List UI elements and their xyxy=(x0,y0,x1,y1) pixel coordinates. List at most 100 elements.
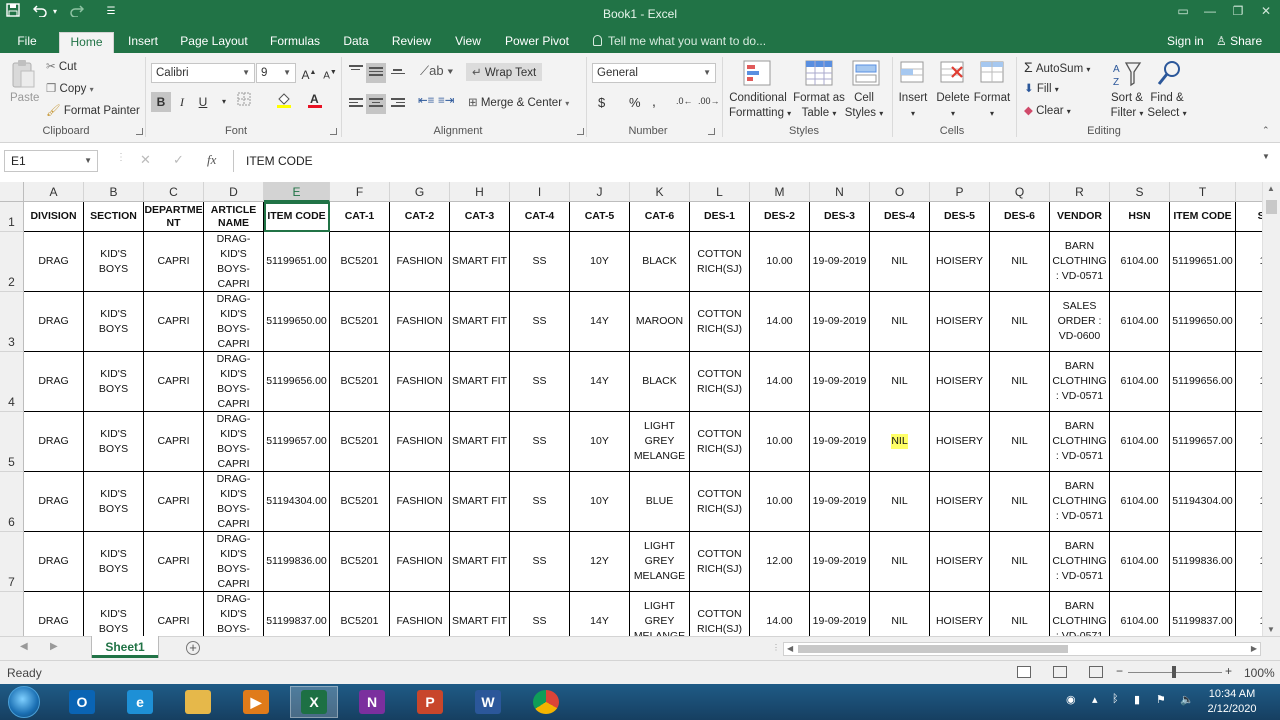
number-format-select[interactable]: General ▼ xyxy=(592,63,716,83)
table-cell[interactable]: 6104.00 xyxy=(1110,412,1170,472)
header-cell-o[interactable]: DES-4 xyxy=(870,202,930,232)
column-header-o[interactable]: O xyxy=(870,182,930,202)
table-cell[interactable]: BLACK xyxy=(630,232,690,292)
table-cell[interactable]: 10.00 xyxy=(750,412,810,472)
table-cell[interactable]: 6104.00 xyxy=(1110,292,1170,352)
table-cell[interactable]: SS xyxy=(510,412,570,472)
tab-formulas[interactable]: Formulas xyxy=(264,32,326,53)
minimize-button[interactable]: — xyxy=(1196,2,1224,20)
table-cell[interactable]: DRAG xyxy=(24,472,84,532)
taskbar-app-outlook[interactable]: O xyxy=(58,686,106,718)
copy-button[interactable]: ❐ Copy ▾ xyxy=(46,81,94,95)
table-cell[interactable]: BARN CLOTHING : VD-0571 xyxy=(1050,232,1110,292)
table-cell[interactable]: 15 xyxy=(1236,232,1262,292)
show-hidden-icons-icon[interactable]: ▴ xyxy=(1092,693,1098,706)
top-align-icon[interactable] xyxy=(349,65,363,77)
column-header-p[interactable]: P xyxy=(930,182,990,202)
table-cell[interactable]: 51199650.00 xyxy=(1170,292,1236,352)
column-header-d[interactable]: D xyxy=(204,182,264,202)
formula-input[interactable]: ITEM CODE xyxy=(233,150,1273,172)
share-button[interactable]: ♙ Share xyxy=(1216,32,1262,51)
table-cell[interactable]: SS xyxy=(510,592,570,636)
column-header-i[interactable]: I xyxy=(510,182,570,202)
increase-indent-icon[interactable]: ≡⇥ xyxy=(438,93,454,107)
action-center-icon[interactable]: ⚑ xyxy=(1156,693,1166,706)
table-cell[interactable]: 51199651.00 xyxy=(1170,232,1236,292)
table-cell[interactable]: NIL xyxy=(870,352,930,412)
header-cell-i[interactable]: CAT-4 xyxy=(510,202,570,232)
table-cell[interactable]: BC5201 xyxy=(330,532,390,592)
tab-split-handle-icon[interactable]: ⋮ xyxy=(772,643,780,652)
underline-button[interactable]: U xyxy=(193,92,213,112)
volume-icon[interactable]: 🔈 xyxy=(1180,693,1194,706)
taskbar-app-word[interactable]: W xyxy=(464,686,512,718)
sort-filter-button[interactable]: Sort & Filter ▾ xyxy=(1106,91,1148,121)
table-cell[interactable]: 10Y xyxy=(570,412,630,472)
header-cell-l[interactable]: DES-1 xyxy=(690,202,750,232)
table-cell[interactable]: 51199656.00 xyxy=(264,352,330,412)
header-cell-f[interactable]: CAT-1 xyxy=(330,202,390,232)
clear-button[interactable]: ◆ Clear ▾ xyxy=(1024,103,1071,117)
header-cell-r[interactable]: VENDOR xyxy=(1050,202,1110,232)
table-cell[interactable]: 12Y xyxy=(570,532,630,592)
table-cell[interactable]: 12.00 xyxy=(750,532,810,592)
table-cell[interactable]: 51199657.00 xyxy=(1170,412,1236,472)
taskbar-app-onenote[interactable]: N xyxy=(348,686,396,718)
table-cell[interactable]: DRAG- KID'S BOYS- CAPRI xyxy=(204,292,264,352)
table-cell[interactable]: COTTON RICH(SJ) xyxy=(690,532,750,592)
table-cell[interactable]: 6104.00 xyxy=(1110,592,1170,636)
table-cell[interactable]: BARN CLOTHING : VD-0571 xyxy=(1050,352,1110,412)
table-cell[interactable]: 51199651.00 xyxy=(264,232,330,292)
tab-file[interactable]: File xyxy=(8,32,46,53)
table-cell[interactable]: BARN CLOTHING : VD-0571 xyxy=(1050,472,1110,532)
table-cell[interactable]: CAPRI xyxy=(144,232,204,292)
column-header-c[interactable]: C xyxy=(144,182,204,202)
header-cell-e[interactable]: ITEM CODE xyxy=(264,202,330,232)
table-cell[interactable]: 15 xyxy=(1236,292,1262,352)
merge-center-button[interactable]: ⊞ Merge & Center ▾ xyxy=(468,95,569,109)
table-cell[interactable]: DRAG- KID'S BOYS- CAPRI xyxy=(204,532,264,592)
orientation-icon[interactable]: ⟋ab ▾ xyxy=(420,63,454,79)
table-cell[interactable]: BARN CLOTHING : VD-0571 xyxy=(1050,592,1110,636)
table-cell[interactable]: 51199650.00 xyxy=(264,292,330,352)
table-cell[interactable]: KID'S BOYS xyxy=(84,412,144,472)
column-header-r[interactable]: R xyxy=(1050,182,1110,202)
column-header-h[interactable]: H xyxy=(450,182,510,202)
table-cell[interactable]: 10.00 xyxy=(750,472,810,532)
horizontal-scrollbar[interactable]: ◀ ▶ xyxy=(783,642,1261,656)
table-cell[interactable]: 19-09-2019 xyxy=(810,232,870,292)
table-cell[interactable]: HOISERY xyxy=(930,592,990,636)
fill-button[interactable]: ⬇ Fill ▾ xyxy=(1024,81,1059,95)
table-cell[interactable]: 14Y xyxy=(570,592,630,636)
table-cell[interactable]: NIL xyxy=(990,592,1050,636)
insert-cells-button[interactable]: Insert ▾ xyxy=(898,91,928,121)
next-sheet-icon[interactable]: ▶ xyxy=(50,641,58,652)
increase-decimal-icon[interactable]: .0← xyxy=(676,96,693,106)
tab-view[interactable]: View xyxy=(448,32,488,53)
row-header-1[interactable]: 1 xyxy=(0,202,24,232)
row-header-4[interactable]: 4 xyxy=(0,352,24,412)
table-cell[interactable]: 51199836.00 xyxy=(1170,532,1236,592)
column-header-f[interactable]: F xyxy=(330,182,390,202)
name-box[interactable]: E1 ▼ xyxy=(4,150,98,172)
table-cell[interactable]: LIGHT GREY MELANGE xyxy=(630,592,690,636)
page-break-view-icon[interactable] xyxy=(1089,666,1103,678)
table-cell[interactable]: DRAG- KID'S BOYS- CAPRI xyxy=(204,412,264,472)
header-cell-k[interactable]: CAT-6 xyxy=(630,202,690,232)
vertical-scrollbar[interactable]: ▲ ▼ xyxy=(1262,182,1280,636)
table-cell[interactable]: 19-09-2019 xyxy=(810,352,870,412)
table-cell[interactable]: 19-09-2019 xyxy=(810,592,870,636)
taskbar-clock[interactable]: 10:34 AM 2/12/2020 xyxy=(1200,687,1264,717)
row-header-2[interactable]: 2 xyxy=(0,232,24,292)
table-cell[interactable]: DRAG xyxy=(24,352,84,412)
table-cell[interactable]: 51199836.00 xyxy=(264,532,330,592)
column-header-a[interactable]: A xyxy=(24,182,84,202)
table-cell[interactable]: BC5201 xyxy=(330,232,390,292)
header-cell-b[interactable]: SECTION xyxy=(84,202,144,232)
column-header-m[interactable]: M xyxy=(750,182,810,202)
table-cell[interactable]: 14.00 xyxy=(750,352,810,412)
vertical-scroll-thumb[interactable] xyxy=(1266,200,1277,214)
table-cell[interactable]: HOISERY xyxy=(930,292,990,352)
table-cell[interactable]: 15 xyxy=(1236,352,1262,412)
column-header-e[interactable]: E xyxy=(264,182,330,202)
